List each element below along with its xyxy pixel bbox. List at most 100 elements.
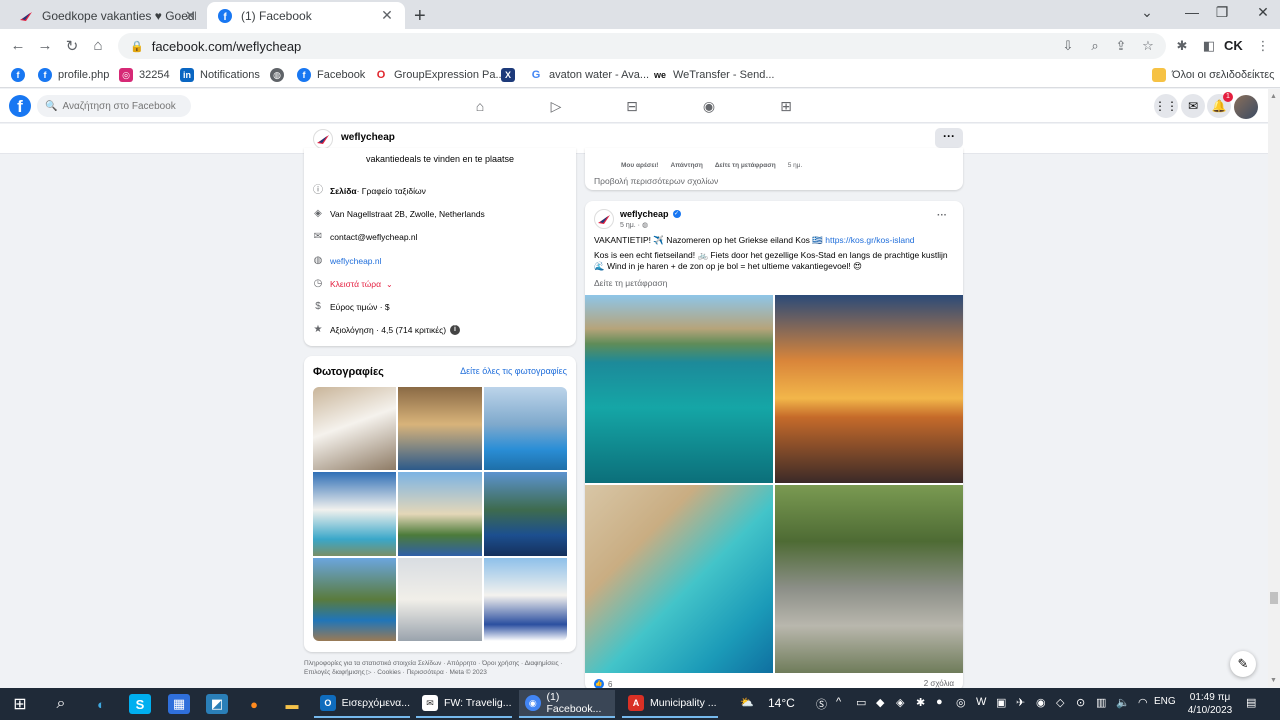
weather-icon[interactable]: ⛅: [740, 696, 754, 709]
home-icon[interactable]: ⌂: [88, 37, 108, 54]
extensions-icon[interactable]: ✱: [1173, 38, 1191, 54]
wifi-icon[interactable]: ◠: [1138, 696, 1148, 709]
back-icon[interactable]: ←: [8, 37, 28, 54]
photo-thumb[interactable]: [483, 472, 567, 556]
scroll-down-icon[interactable]: ▼: [1270, 677, 1277, 684]
all-bookmarks[interactable]: Όλοι οι σελιδοδείκτες: [1152, 68, 1275, 82]
photo-thumb[interactable]: [398, 472, 482, 556]
post-more-options-icon[interactable]: ···: [937, 210, 947, 221]
close-tab-icon[interactable]: ✕: [379, 7, 395, 24]
word-icon[interactable]: W: [976, 696, 986, 708]
bookmark-globe[interactable]: ◍: [270, 68, 290, 82]
photo-thumb[interactable]: [313, 472, 397, 556]
tray-app-icon[interactable]: ●: [936, 696, 943, 708]
comment-translate-link[interactable]: Δείτε τη μετάφραση: [715, 162, 776, 169]
reload-icon[interactable]: ↻: [62, 37, 82, 55]
tray-app-icon[interactable]: ◎: [956, 696, 966, 709]
page-logo-icon[interactable]: [313, 129, 333, 149]
skype-tray-icon[interactable]: Ⓢ: [816, 696, 827, 712]
photo-thumb[interactable]: [313, 557, 397, 641]
page-scrollbar[interactable]: ▲ ▼: [1268, 89, 1280, 687]
calendar-icon[interactable]: ▦: [168, 694, 190, 714]
show-hidden-icons[interactable]: ^: [836, 696, 841, 708]
post-comment-count[interactable]: 2 σχόλια: [924, 679, 954, 688]
tab-goedkope-vakanties[interactable]: Goedkope vakanties ♥ Goedkop: [8, 2, 206, 29]
omnibox[interactable]: 🔒 facebook.com/weflycheap: [118, 33, 1166, 59]
bookmark-avaton-water[interactable]: G avaton water - Ava...: [529, 68, 649, 82]
menu-grid-icon[interactable]: ⋮⋮: [1154, 94, 1178, 118]
view-more-comments-link[interactable]: Προβολή περισσότερων σχολίων: [594, 176, 718, 186]
side-panel-icon[interactable]: ◧: [1200, 38, 1218, 54]
windows-start-icon[interactable]: ⊞: [9, 694, 31, 714]
profile-ck-icon[interactable]: CK: [1224, 38, 1243, 53]
volume-icon[interactable]: 🔈: [1116, 696, 1130, 709]
taskbar-app-pdf[interactable]: A Municipality ...: [622, 690, 718, 718]
website-link[interactable]: weflycheap.nl: [330, 256, 382, 266]
bookmark-profile[interactable]: f profile.php: [38, 68, 109, 82]
marketplace-nav-icon[interactable]: ⊟: [622, 98, 642, 115]
post-image-cycling-town[interactable]: [775, 485, 963, 673]
zoom-icon[interactable]: ⌕: [1086, 38, 1104, 54]
gaming-nav-icon[interactable]: ⊞: [776, 98, 796, 115]
scrollbar-thumb[interactable]: [1270, 592, 1278, 604]
post-author-avatar[interactable]: [594, 209, 614, 229]
notification-center-icon[interactable]: ▤: [1246, 696, 1256, 709]
tray-app-icon[interactable]: ◉: [1036, 696, 1046, 709]
comment-reply-link[interactable]: Απάντηση: [670, 162, 702, 169]
forward-icon[interactable]: →: [35, 37, 55, 54]
tray-app-icon[interactable]: ◇: [1056, 696, 1064, 709]
install-app-icon[interactable]: ⇩: [1059, 38, 1077, 54]
bookmark-wetransfer[interactable]: we WeTransfer - Send...: [653, 68, 774, 82]
skype-icon[interactable]: S: [129, 694, 151, 714]
post-image-kos-bay[interactable]: [585, 295, 773, 483]
comment-like-link[interactable]: Μου αρέσει!: [621, 162, 658, 169]
messenger-icon[interactable]: ✉: [1181, 94, 1205, 118]
post-author[interactable]: weflycheap ✓: [620, 209, 681, 219]
home-nav-icon[interactable]: ⌂: [470, 98, 490, 114]
page-footer-links[interactable]: Πληροφορίες για τα στατιστικά στοιχεία Σ…: [304, 659, 579, 677]
firefox-icon[interactable]: ●: [243, 694, 265, 714]
search-icon[interactable]: ⌕: [50, 694, 72, 714]
edge-icon[interactable]: ◐: [90, 694, 112, 714]
tray-app-icon[interactable]: ▥: [1096, 696, 1106, 709]
photo-thumb[interactable]: [398, 387, 482, 471]
bookmark-groupexpression[interactable]: O GroupExpression Pa...: [374, 68, 505, 82]
bookmark-linkedin[interactable]: in Notifications: [180, 68, 260, 82]
facebook-search-input[interactable]: [62, 100, 183, 112]
facebook-logo-icon[interactable]: f: [9, 95, 31, 117]
lock-icon[interactable]: 🔒: [130, 40, 144, 53]
bluetooth-icon[interactable]: ✱: [916, 696, 925, 709]
post-translate-link[interactable]: Δείτε τη μετάφραση: [594, 278, 667, 288]
taskbar-app-outlook[interactable]: O Εισερχόμενα...: [314, 690, 410, 718]
page-name[interactable]: weflycheap: [341, 132, 395, 143]
avatar[interactable]: [1234, 95, 1258, 119]
tab-facebook[interactable]: f (1) Facebook ✕: [207, 2, 405, 29]
bookmark-facebook-2[interactable]: f Facebook: [297, 68, 365, 82]
groups-nav-icon[interactable]: ◉: [699, 98, 719, 115]
bookmark-instagram[interactable]: ◎ 32254: [119, 68, 170, 82]
file-explorer-icon[interactable]: ▬: [281, 694, 303, 714]
taskbar-clock[interactable]: 01:49 πμ 4/10/2023: [1180, 691, 1240, 717]
language-indicator[interactable]: ENG: [1154, 696, 1176, 707]
weather-temp[interactable]: 14°C: [768, 696, 795, 710]
bookmark-facebook[interactable]: f: [11, 68, 31, 82]
paint-icon[interactable]: ◩: [206, 694, 228, 714]
photo-thumb[interactable]: [483, 557, 567, 641]
photo-thumb[interactable]: [398, 557, 482, 641]
tray-app-icon[interactable]: ⊙: [1076, 696, 1085, 709]
post-image-sunset-harbor[interactable]: [775, 295, 963, 483]
scroll-up-icon[interactable]: ▲: [1270, 93, 1277, 100]
bookmark-star-icon[interactable]: ☆: [1139, 38, 1157, 54]
facebook-search[interactable]: 🔍: [37, 95, 191, 117]
rating-info-icon[interactable]: i: [450, 325, 461, 335]
kos-island-link[interactable]: https://kos.gr/kos-island: [825, 235, 914, 245]
tray-app-icon[interactable]: ◈: [896, 696, 904, 709]
hours-row[interactable]: ◷ Κλειστά τώρα ⌄: [312, 278, 393, 290]
post-image-beach[interactable]: [585, 485, 773, 673]
battery-icon[interactable]: ▭: [856, 696, 866, 709]
photo-thumb[interactable]: [313, 387, 397, 471]
video-nav-icon[interactable]: ▷: [546, 98, 566, 115]
photo-thumb[interactable]: [483, 387, 567, 471]
close-tab-icon[interactable]: ✕: [185, 8, 196, 24]
tray-app-icon[interactable]: ✈: [1016, 696, 1025, 709]
